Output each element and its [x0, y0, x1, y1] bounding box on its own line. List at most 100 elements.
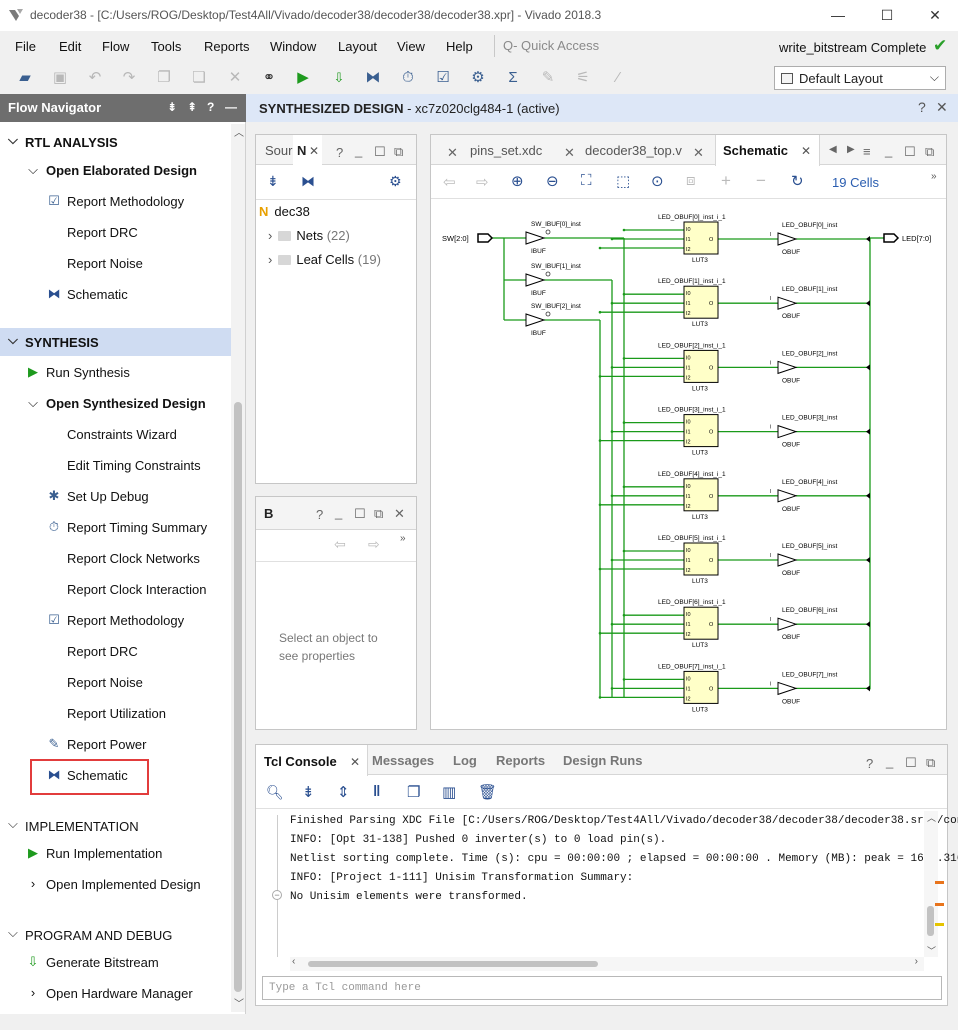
- expand-all-icon[interactable]: ⇕: [337, 783, 350, 801]
- schematic-canvas[interactable]: SW_IBUF[0]_inst IBUF SW_IBUF[1]_inst IBUF SW…: [434, 199, 944, 729]
- scroll-left-icon[interactable]: ‹: [292, 956, 295, 967]
- save-icon[interactable]: ▣: [49, 67, 71, 89]
- more-icon[interactable]: »: [931, 171, 937, 182]
- cancel-icon[interactable]: ⚟: [572, 67, 594, 89]
- obuf-cell[interactable]: [777, 617, 798, 631]
- section-synthesis[interactable]: ⌵ SYNTHESIS: [0, 328, 231, 356]
- obuf-cell[interactable]: [777, 489, 798, 503]
- back-icon[interactable]: ⇦: [334, 536, 346, 553]
- quick-access-input[interactable]: Q- Quick Access: [494, 35, 642, 57]
- menu-window[interactable]: Window: [270, 39, 316, 54]
- ibuf-cell[interactable]: [525, 273, 546, 287]
- menu-file[interactable]: File: [15, 39, 36, 54]
- minimize-button[interactable]: —: [823, 4, 853, 26]
- close-icon[interactable]: ✕: [936, 99, 948, 116]
- close-icon[interactable]: ✕: [693, 145, 704, 161]
- crosshair-icon[interactable]: ⊙: [651, 172, 664, 190]
- back-icon[interactable]: ⇦: [443, 173, 456, 191]
- tree-root[interactable]: Ndec38: [259, 204, 310, 219]
- tab-pins-set-xdc[interactable]: pins_set.xdc: [470, 135, 542, 165]
- timer-icon[interactable]: ⏱: [397, 67, 419, 89]
- collapse-icon[interactable]: −: [756, 171, 766, 191]
- tab-decoder38-top[interactable]: decoder38_top.v: [585, 135, 682, 165]
- generate-bitstream-icon[interactable]: ⇩: [328, 67, 350, 89]
- obuf-cell[interactable]: [777, 681, 798, 696]
- menu-view[interactable]: View: [397, 39, 425, 54]
- maximize-panel-icon[interactable]: ☐: [374, 144, 386, 160]
- cell-count-link[interactable]: 19 Cells: [832, 175, 879, 190]
- scroll-right-icon[interactable]: ›: [915, 956, 918, 967]
- tcl-hscrollbar[interactable]: ‹ ›: [290, 956, 924, 971]
- obuf-cell[interactable]: [777, 553, 798, 567]
- close-icon[interactable]: ✕: [394, 506, 405, 522]
- scroll-down-icon[interactable]: ﹀: [234, 995, 244, 1010]
- pause-icon[interactable]: ‖: [373, 783, 380, 800]
- maximize-panel-icon[interactable]: ☐: [354, 506, 366, 522]
- float-panel-icon[interactable]: ⧉: [925, 144, 934, 160]
- open-project-icon[interactable]: ▰: [14, 67, 36, 89]
- help-icon[interactable]: ?: [866, 756, 873, 771]
- expand-all-icon[interactable]: ⇞: [187, 100, 197, 114]
- obuf-cell[interactable]: [777, 360, 798, 375]
- minimize-panel-icon[interactable]: —: [225, 100, 237, 114]
- float-panel-icon[interactable]: ⧉: [374, 506, 383, 522]
- scrollbar-thumb[interactable]: [927, 906, 934, 936]
- layout-select[interactable]: Default Layout ⌵: [774, 66, 946, 90]
- collapse-all-icon[interactable]: ⇟: [302, 783, 315, 801]
- menu-edit[interactable]: Edit: [59, 39, 81, 54]
- maximize-button[interactable]: ☐: [872, 4, 902, 26]
- close-icon[interactable]: ✕: [350, 755, 360, 769]
- more-icon[interactable]: »: [400, 533, 406, 544]
- tab-sources[interactable]: Sour: [265, 135, 292, 165]
- tab-tcl-console[interactable]: Tcl Console ✕: [256, 745, 368, 776]
- scroll-up-icon[interactable]: ︿: [927, 811, 936, 824]
- collapse-all-icon[interactable]: ⇟: [167, 100, 177, 114]
- disable-icon[interactable]: ⁄: [607, 67, 629, 89]
- schematic-icon[interactable]: ⧓: [301, 173, 315, 190]
- close-icon[interactable]: ✕: [564, 145, 575, 161]
- expand-icon[interactable]: +: [721, 171, 731, 191]
- tab-properties[interactable]: B: [264, 506, 273, 521]
- tab-list-icon[interactable]: ≡: [863, 144, 871, 159]
- run-icon[interactable]: ▶: [292, 67, 314, 89]
- scroll-up-icon[interactable]: ︿: [234, 124, 244, 139]
- undo-icon[interactable]: ↶: [84, 67, 106, 89]
- fold-icon[interactable]: −: [272, 890, 282, 900]
- copy-icon[interactable]: ❐: [407, 783, 420, 801]
- refresh-icon[interactable]: ↻: [791, 172, 804, 190]
- help-icon[interactable]: ?: [316, 507, 323, 522]
- settings-icon[interactable]: ⚙: [389, 173, 402, 190]
- tab-messages[interactable]: Messages: [372, 745, 434, 775]
- paste-icon[interactable]: ❏: [188, 67, 210, 89]
- close-icon[interactable]: ✕: [309, 144, 319, 158]
- scrollbar-thumb[interactable]: [234, 402, 242, 992]
- forward-icon[interactable]: ⇨: [368, 536, 380, 553]
- tab-design-runs[interactable]: Design Runs: [563, 745, 642, 775]
- zoom-in-icon[interactable]: ⊕: [511, 172, 524, 190]
- output-port-led[interactable]: LED[7:0]: [883, 233, 931, 243]
- tcl-vscrollbar[interactable]: ︿ ﹀: [924, 811, 938, 957]
- regenerate-icon[interactable]: ⧈: [686, 172, 696, 189]
- tab-schematic[interactable]: Schematic ✕: [715, 135, 820, 166]
- checklist-icon[interactable]: ☑: [432, 67, 454, 89]
- collapse-all-icon[interactable]: ⇟: [267, 173, 279, 190]
- input-port-sw[interactable]: SW[2:0]: [442, 233, 494, 243]
- close-icon[interactable]: ✕: [801, 144, 811, 158]
- menu-tools[interactable]: Tools: [151, 39, 181, 54]
- redo-icon[interactable]: ↷: [118, 67, 140, 89]
- minimize-panel-icon[interactable]: _: [885, 143, 892, 158]
- maximize-panel-icon[interactable]: ☐: [905, 755, 917, 771]
- minimize-panel-icon[interactable]: _: [886, 754, 893, 769]
- help-icon[interactable]: ?: [207, 100, 214, 114]
- minimize-panel-icon[interactable]: _: [355, 143, 362, 158]
- sigma-icon[interactable]: Σ: [502, 67, 524, 89]
- minimize-panel-icon[interactable]: _: [335, 505, 342, 520]
- menu-reports[interactable]: Reports: [204, 39, 250, 54]
- copy-icon[interactable]: ❐: [153, 67, 175, 89]
- scroll-down-icon[interactable]: ﹀: [927, 944, 936, 957]
- close-window-button[interactable]: ✕: [920, 4, 950, 26]
- menu-help[interactable]: Help: [446, 39, 473, 54]
- float-panel-icon[interactable]: ⧉: [394, 144, 403, 160]
- zoom-area-icon[interactable]: ⬚: [616, 172, 630, 190]
- section-program-and-debug[interactable]: ⌵ PROGRAM AND DEBUG: [0, 921, 231, 949]
